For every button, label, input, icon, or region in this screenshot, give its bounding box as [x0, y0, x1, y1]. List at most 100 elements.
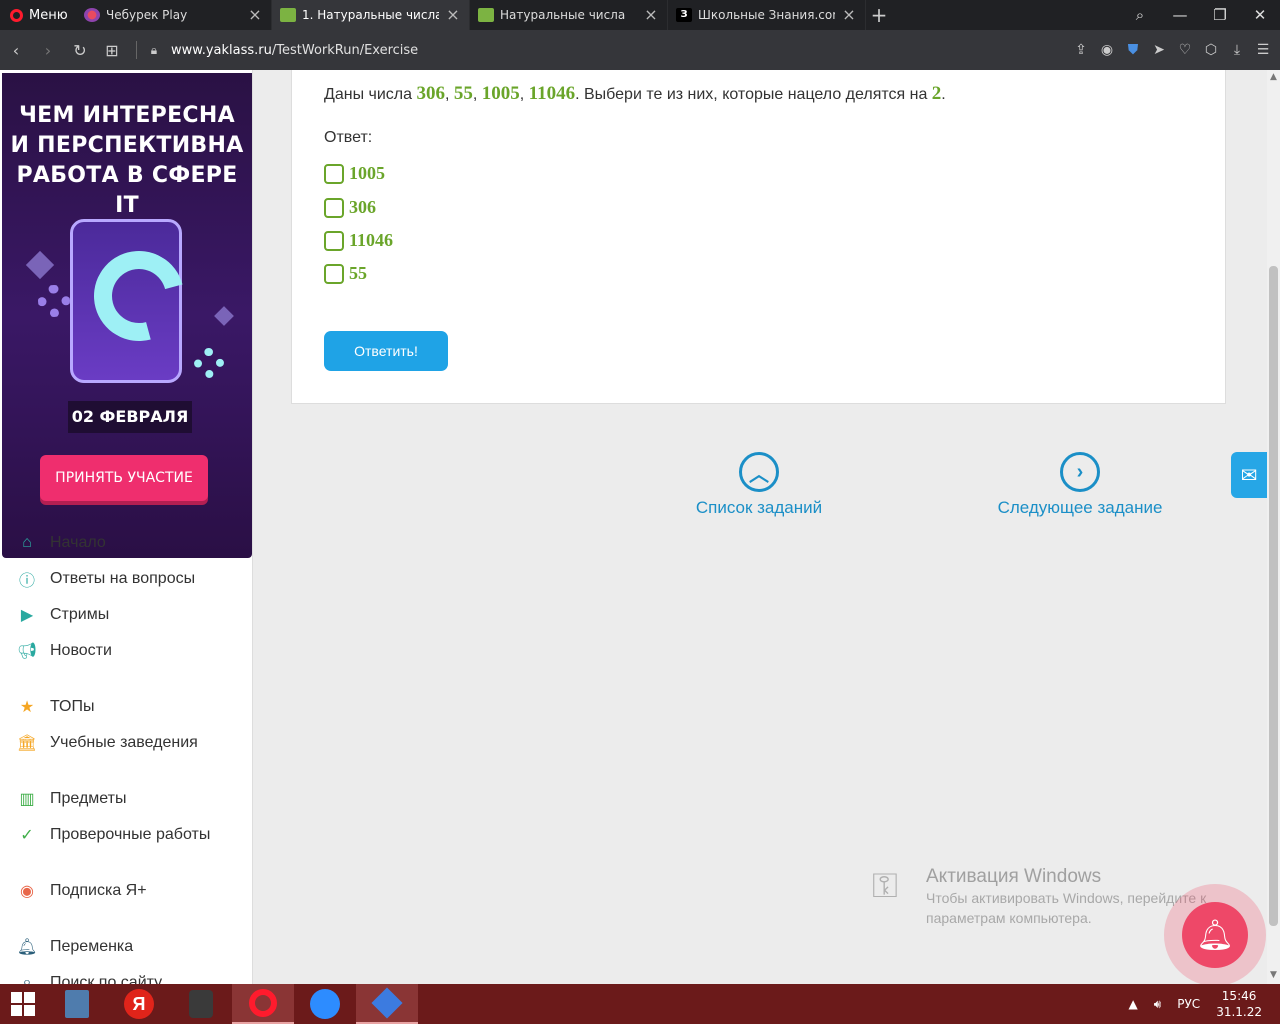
divisor-number: 2: [931, 83, 942, 104]
sidebar-item-break[interactable]: 🔔︎ Переменка: [0, 929, 252, 965]
browser-tab-bar: Меню Чебурек Play × 1. Натуральные числа…: [0, 0, 1280, 30]
url-host: www.yaklass.ru: [171, 42, 272, 58]
sidebar-item-label: Учебные заведения: [50, 734, 198, 751]
sidebar-item-institutions[interactable]: 🏛︎ Учебные заведения: [0, 725, 252, 761]
scroll-up-arrow-icon[interactable]: ▲: [1267, 72, 1280, 82]
scroll-down-arrow-icon[interactable]: ▼: [1267, 970, 1280, 980]
new-tab-plus-icon[interactable]: +: [866, 3, 892, 27]
close-window-icon[interactable]: ✕: [1240, 0, 1280, 30]
tab-natural-numbers-1[interactable]: 1. Натуральные числа ×: [272, 0, 470, 30]
speed-dial-grid-icon[interactable]: ⊞: [96, 41, 128, 60]
sidebar-item-label: Новости: [50, 642, 112, 659]
heart-icon[interactable]: ♡: [1174, 42, 1196, 58]
tab-close-icon[interactable]: ×: [841, 7, 857, 23]
volume-icon[interactable]: 🔊︎: [1154, 997, 1162, 1012]
windows-activation-watermark: ⚿ Активация Windows Чтобы активировать W…: [872, 866, 1206, 928]
sidebar-item-tests[interactable]: ✓ Проверочные работы: [0, 817, 252, 853]
tab-close-icon[interactable]: ×: [445, 7, 461, 23]
sidebar-item-subjects[interactable]: ▥ Предметы: [0, 781, 252, 817]
minimize-icon[interactable]: —: [1160, 0, 1200, 30]
books-icon: ▥: [19, 791, 35, 808]
tab-close-icon[interactable]: ×: [643, 7, 659, 23]
option-checkbox[interactable]: [324, 263, 344, 284]
taskbar-opera[interactable]: [232, 984, 294, 1024]
option-11046[interactable]: 11046: [324, 230, 393, 251]
tab-cheburek-play[interactable]: Чебурек Play ×: [76, 0, 272, 30]
download-icon[interactable]: ⤓: [1226, 42, 1248, 58]
tab-close-icon[interactable]: ×: [247, 7, 263, 23]
banner-title-line: ЧЕМ ИНТЕРЕСНА: [19, 103, 235, 128]
page-scrollbar[interactable]: ▲ ▼: [1267, 70, 1280, 984]
taskbar-yandex[interactable]: Я: [108, 984, 170, 1024]
reload-icon[interactable]: ↻: [64, 41, 96, 60]
restore-icon[interactable]: ❐: [1200, 0, 1240, 30]
option-306[interactable]: 306: [324, 197, 376, 218]
clock[interactable]: 15:46 31.1.22: [1216, 988, 1262, 1020]
url-field[interactable]: www.yaklass.ru/TestWorkRun/Exercise: [171, 43, 418, 58]
tray-overflow-icon[interactable]: ▲: [1128, 997, 1137, 1011]
share-icon[interactable]: ⇪: [1070, 42, 1092, 58]
next-task-link[interactable]: › Следующее задание: [996, 452, 1164, 518]
send-icon[interactable]: ➤: [1148, 42, 1170, 58]
option-checkbox[interactable]: [324, 230, 344, 251]
taskbar-app[interactable]: [356, 984, 418, 1024]
opera-menu-button[interactable]: Меню: [0, 0, 76, 30]
option-1005[interactable]: 1005: [324, 163, 385, 184]
number-11046: 11046: [528, 83, 576, 104]
sidebar-item-search[interactable]: ⌕ Поиск по сайту: [0, 965, 252, 984]
bell-icon: 🔔︎: [16, 939, 38, 956]
yaplus-icon: ◉: [20, 883, 34, 900]
sidebar-item-tops[interactable]: ★ ТОПы: [0, 689, 252, 725]
tab-title: Чебурек Play: [106, 8, 188, 22]
key-icon: ⚿: [872, 866, 898, 906]
windows-taskbar: Я ▲ 🔊︎ РУС 15:46 31.1.22: [0, 984, 1280, 1024]
taskbar-calculator[interactable]: [46, 984, 108, 1024]
taskbar-zoom[interactable]: [294, 984, 356, 1024]
sidebar-item-subscription[interactable]: ◉ Подписка Я+: [0, 873, 252, 909]
tab-znania[interactable]: З Школьные Знания.com - Р ×: [668, 0, 866, 30]
notification-bell-button[interactable]: 🔔︎: [1164, 884, 1266, 986]
back-arrow-icon[interactable]: ‹: [0, 41, 32, 60]
tab-title: Школьные Знания.com - Р: [698, 8, 835, 22]
sidebar-item-news[interactable]: 📢︎ Новости: [0, 633, 252, 669]
it-promo-banner[interactable]: ЧЕМ ИНТЕРЕСНА И ПЕРСПЕКТИВНА РАБОТА В СФ…: [2, 73, 252, 558]
option-55[interactable]: 55: [324, 263, 367, 284]
decor-gear-icon: [38, 285, 70, 317]
forward-arrow-icon[interactable]: ›: [32, 41, 64, 60]
sidebar-item-home[interactable]: ⌂ Начало: [0, 525, 252, 561]
sidebar-item-streams[interactable]: ▶ Стримы: [0, 597, 252, 633]
diamond-app-icon: [371, 987, 403, 1019]
tab-natural-numbers-2[interactable]: Натуральные числа ×: [470, 0, 668, 30]
scrollbar-thumb[interactable]: [1269, 266, 1278, 926]
camera-icon[interactable]: ◉: [1096, 42, 1118, 58]
comma: ,: [444, 86, 454, 103]
option-checkbox[interactable]: [324, 163, 344, 184]
extensions-cube-icon[interactable]: ⬡: [1200, 42, 1222, 58]
sidebar-item-label: Подписка Я+: [50, 882, 147, 899]
tab-title: Натуральные числа: [500, 8, 626, 22]
comma: ,: [472, 86, 482, 103]
banner-participate-button[interactable]: ПРИНЯТЬ УЧАСТИЕ: [40, 455, 208, 501]
language-indicator[interactable]: РУС: [1177, 997, 1200, 1011]
submit-answer-button[interactable]: Ответить!: [324, 331, 448, 371]
banner-title-line: И ПЕРСПЕКТИВНА: [10, 133, 244, 158]
adblock-shield-icon[interactable]: ⛊: [1122, 42, 1144, 58]
number-1005: 1005: [481, 83, 520, 104]
option-label: 11046: [349, 230, 394, 250]
star-icon: ★: [19, 699, 35, 716]
taskbar-world-of-tanks[interactable]: [170, 984, 232, 1024]
lock-icon[interactable]: 🔒︎: [145, 43, 163, 58]
start-button[interactable]: [0, 984, 46, 1024]
calculator-icon: [65, 990, 89, 1018]
easy-setup-icon[interactable]: ☰: [1252, 42, 1274, 58]
option-label: 1005: [349, 163, 385, 183]
feedback-mail-icon[interactable]: ✉: [1231, 452, 1267, 498]
task-list-link[interactable]: ︿ Список заданий: [690, 452, 828, 518]
search-tabs-icon[interactable]: ⌕: [1120, 0, 1160, 30]
yandex-icon: Я: [124, 989, 154, 1019]
option-checkbox[interactable]: [324, 197, 344, 218]
sidebar-item-answers[interactable]: ⓘ Ответы на вопросы: [0, 561, 252, 597]
